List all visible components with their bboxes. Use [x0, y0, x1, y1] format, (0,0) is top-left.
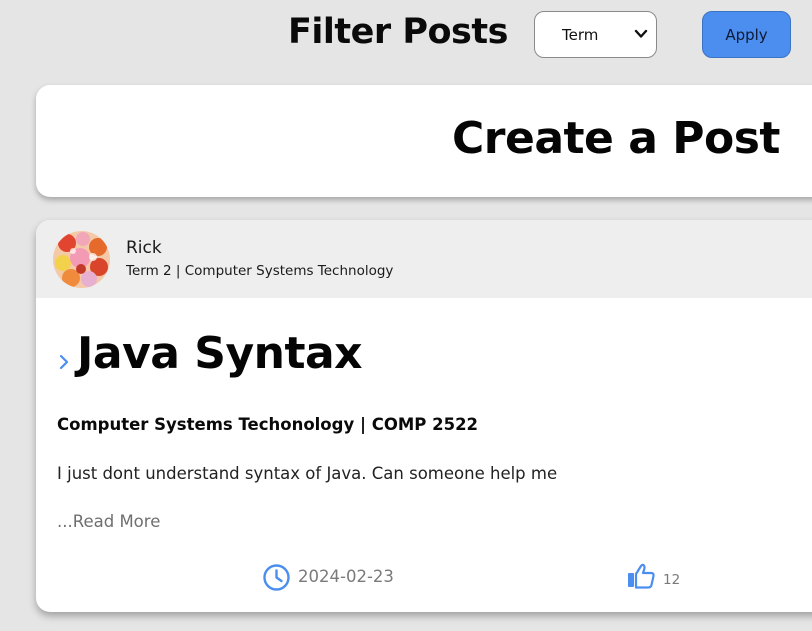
avatar [53, 231, 110, 288]
term-select[interactable]: Term [534, 11, 657, 58]
clock-icon [263, 564, 290, 591]
page: Filter Posts Term Apply Create a Post Ri… [0, 0, 812, 631]
post-title[interactable]: Java Syntax [77, 328, 363, 379]
post-course: Computer Systems Techonology | COMP 2522 [57, 415, 479, 434]
post-body: I just dont understand syntax of Java. C… [57, 464, 558, 483]
chevron-right-icon[interactable] [58, 353, 70, 371]
author-meta: Term 2 | Computer Systems Technology [126, 263, 394, 279]
read-more-link[interactable]: ...Read More [57, 512, 160, 531]
term-select-value: Term [562, 25, 599, 44]
author-name: Rick [126, 238, 162, 258]
chevron-down-icon [634, 29, 648, 38]
create-post-card[interactable]: Create a Post [36, 85, 812, 197]
post-date: 2024-02-23 [298, 567, 394, 586]
post-header: Rick Term 2 | Computer Systems Technolog… [36, 220, 812, 298]
post-card: Rick Term 2 | Computer Systems Technolog… [36, 220, 812, 612]
like-count: 12 [663, 572, 681, 588]
apply-button[interactable]: Apply [702, 11, 791, 58]
filter-posts-heading: Filter Posts [288, 12, 508, 52]
thumbs-up-icon[interactable] [626, 562, 656, 590]
create-post-title[interactable]: Create a Post [452, 113, 780, 164]
